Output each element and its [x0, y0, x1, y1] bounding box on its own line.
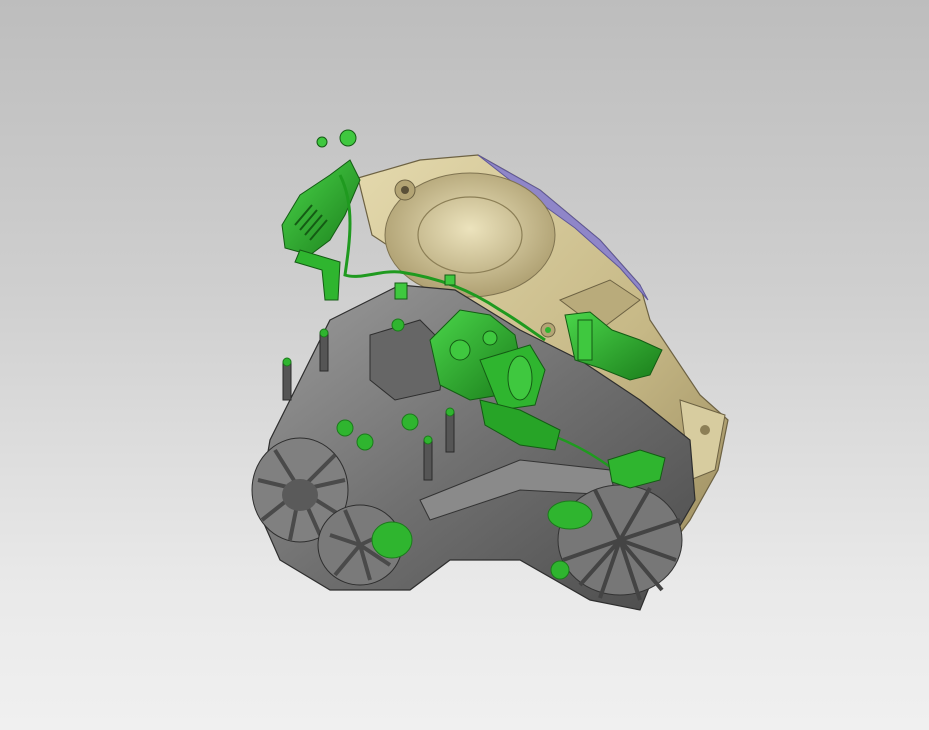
gearbox-cad-model[interactable] — [0, 0, 929, 730]
3d-viewport[interactable] — [0, 0, 929, 730]
